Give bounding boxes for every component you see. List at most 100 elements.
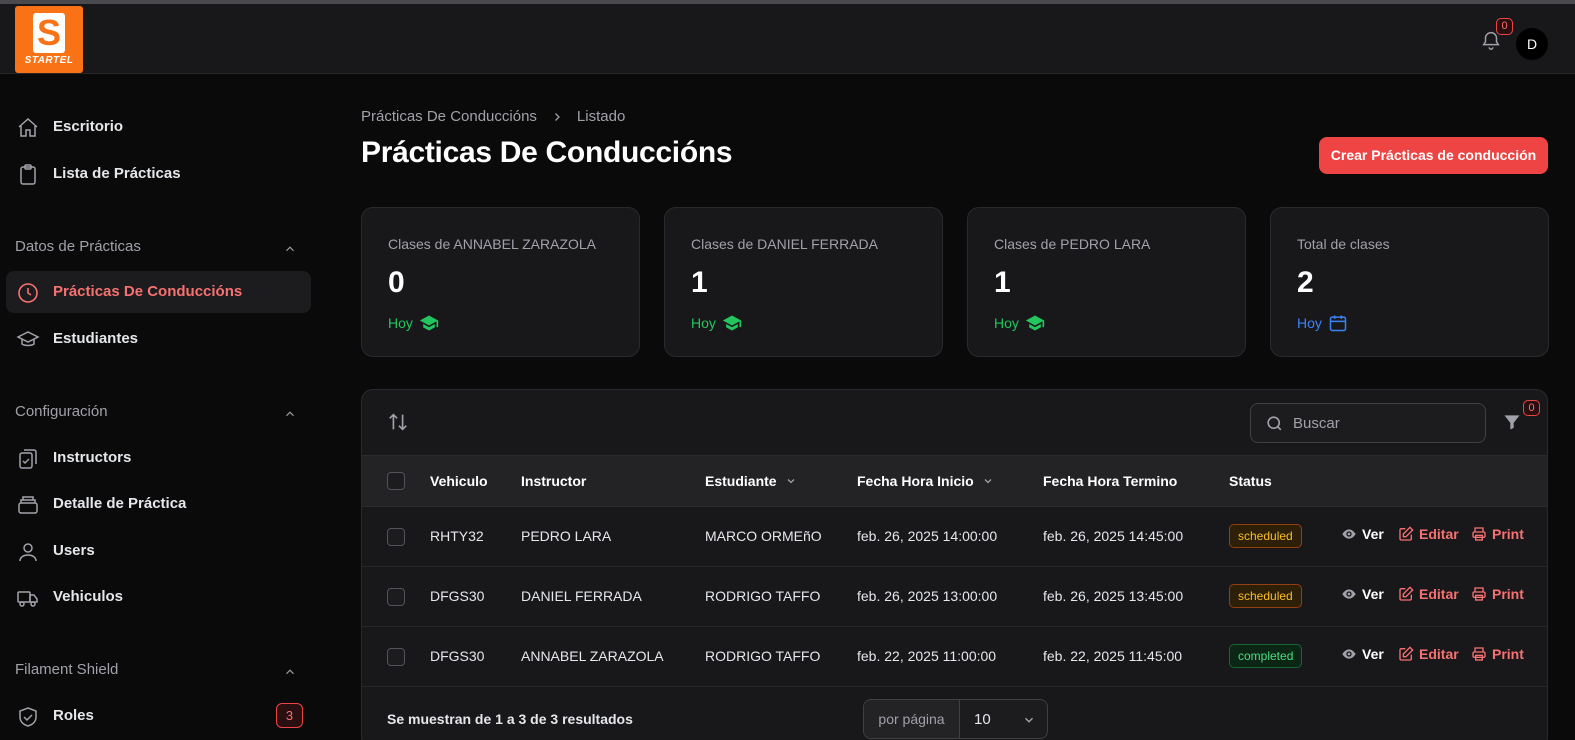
stat-label: Clases de DANIEL FERRADA <box>691 236 878 252</box>
group-label: Configuración <box>15 403 108 420</box>
column-header: Vehiculo <box>430 473 488 489</box>
row-checkbox[interactable] <box>387 648 405 666</box>
clipboard-check-icon <box>19 449 37 469</box>
startel-logo[interactable]: S STARTEL <box>15 6 83 73</box>
sidebar-item-label: Prácticas De Conduccións <box>53 283 243 300</box>
sidebar-item-roles[interactable]: Roles 3 <box>6 695 311 737</box>
print-button[interactable]: Print <box>1471 526 1524 542</box>
sidebar-item-label: Detalle de Práctica <box>53 495 187 512</box>
stat-label: Clases de PEDRO LARA <box>994 236 1151 252</box>
sort-icon[interactable] <box>387 411 409 433</box>
select-all-checkbox[interactable] <box>387 472 405 490</box>
cell-termino: feb. 26, 2025 13:45:00 <box>1043 588 1184 604</box>
breadcrumb: Prácticas De Conduccións Listado <box>361 108 625 125</box>
column-header-label: Fecha Hora Inicio <box>857 473 974 489</box>
eye-icon <box>1342 589 1356 599</box>
chevron-up-icon[interactable] <box>283 665 297 679</box>
eye-icon <box>1342 529 1356 539</box>
stat-card: Clases de ANNABEL ZARAZOLA 0 Hoy <box>361 207 640 357</box>
sidebar-item-detalle-practica[interactable]: Detalle de Práctica <box>6 483 311 525</box>
sidebar-item-label: Vehiculos <box>53 588 124 605</box>
column-header-inicio[interactable]: Fecha Hora Inicio <box>857 473 994 489</box>
print-label: Print <box>1492 526 1524 542</box>
clock-icon <box>18 283 38 303</box>
home-icon <box>18 117 38 137</box>
graduation-cap-icon <box>16 331 40 347</box>
stat-description: Hoy <box>388 313 439 333</box>
group-configuracion[interactable]: Configuración <box>15 403 305 427</box>
filter-count-badge: 0 <box>1523 400 1540 416</box>
create-button[interactable]: Crear Prácticas de conducción <box>1319 137 1548 174</box>
edit-icon <box>1399 646 1414 661</box>
edit-button[interactable]: Editar <box>1398 526 1459 542</box>
column-header-estudiante[interactable]: Estudiante <box>705 473 797 489</box>
sidebar-item-label: Roles <box>53 707 94 724</box>
graduation-cap-icon <box>722 315 742 331</box>
results-summary: Se muestran de 1 a 3 de 3 resultados <box>387 711 633 727</box>
sidebar-item-estudiantes[interactable]: Estudiantes <box>6 318 311 360</box>
filter-icon[interactable] <box>1502 412 1522 432</box>
cell-inicio: feb. 22, 2025 11:00:00 <box>857 648 997 664</box>
print-button[interactable]: Print <box>1471 646 1524 662</box>
per-page-label: por página <box>864 700 960 738</box>
chevron-up-icon[interactable] <box>283 242 297 256</box>
stat-value: 1 <box>691 266 708 299</box>
group-datos-practicas[interactable]: Datos de Prácticas <box>15 238 305 262</box>
chevron-down-icon <box>787 479 795 484</box>
row-checkbox[interactable] <box>387 588 405 606</box>
chevron-up-icon[interactable] <box>283 407 297 421</box>
breadcrumb-parent[interactable]: Prácticas De Conduccións <box>361 108 537 125</box>
group-label: Datos de Prácticas <box>15 238 141 255</box>
clipboard-icon <box>20 164 36 185</box>
chevron-right-icon <box>554 112 560 121</box>
view-button[interactable]: Ver <box>1341 526 1384 542</box>
stat-description: Hoy <box>994 313 1045 333</box>
cell-inicio: feb. 26, 2025 13:00:00 <box>857 588 998 604</box>
view-button[interactable]: Ver <box>1341 586 1384 602</box>
edit-button[interactable]: Editar <box>1398 646 1459 662</box>
chevron-down-icon <box>1024 717 1034 723</box>
calendar-icon <box>1329 315 1347 332</box>
sidebar-item-users[interactable]: Users <box>6 530 311 572</box>
stat-value: 1 <box>994 266 1011 299</box>
stat-value: 0 <box>388 266 405 299</box>
logo-letter: S <box>33 13 65 53</box>
print-button[interactable]: Print <box>1471 586 1524 602</box>
sidebar-item-practicas-conducciones[interactable]: Prácticas De Conduccións <box>6 271 311 313</box>
top-bar: S STARTEL 0 D <box>0 4 1575 74</box>
printer-icon <box>1472 527 1486 541</box>
archive-icon <box>18 496 38 514</box>
edit-button[interactable]: Editar <box>1398 586 1459 602</box>
printer-icon <box>1472 587 1486 601</box>
edit-icon <box>1399 586 1414 601</box>
sidebar-item-instructors[interactable]: Instructors <box>6 437 311 479</box>
group-filament-shield[interactable]: Filament Shield <box>15 661 305 685</box>
view-button[interactable]: Ver <box>1341 646 1384 662</box>
sidebar-item-label: Users <box>53 542 95 559</box>
stat-label: Total de clases <box>1297 236 1390 252</box>
column-header: Status <box>1229 473 1272 489</box>
cell-vehiculo: DFGS30 <box>430 648 485 664</box>
row-checkbox[interactable] <box>387 528 405 546</box>
printer-icon <box>1472 647 1486 661</box>
view-label: Ver <box>1362 526 1384 542</box>
table-row: DFGS30 ANNABEL ZARAZOLA RODRIGO TAFFO fe… <box>362 627 1547 687</box>
eye-icon <box>1342 649 1356 659</box>
search-field[interactable] <box>1250 403 1486 443</box>
search-input[interactable] <box>1293 404 1478 442</box>
column-header-label: Estudiante <box>705 473 777 489</box>
cell-estudiante: MARCO ORMEñO <box>705 528 822 544</box>
per-page-select[interactable]: por página 10 <box>863 699 1048 739</box>
stat-desc-text: Hoy <box>691 315 716 331</box>
cell-estudiante: RODRIGO TAFFO <box>705 588 821 604</box>
sidebar-item-escritorio[interactable]: Escritorio <box>6 106 311 148</box>
sidebar-item-vehiculos[interactable]: Vehiculos <box>6 576 311 618</box>
avatar[interactable]: D <box>1516 28 1548 60</box>
print-label: Print <box>1492 646 1524 662</box>
stat-description: Hoy <box>1297 313 1348 333</box>
sidebar-item-lista-practicas[interactable]: Lista de Prácticas <box>6 153 311 195</box>
sidebar-item-label: Estudiantes <box>53 330 139 347</box>
edit-label: Editar <box>1419 646 1459 662</box>
view-label: Ver <box>1362 586 1384 602</box>
user-icon <box>19 543 37 562</box>
